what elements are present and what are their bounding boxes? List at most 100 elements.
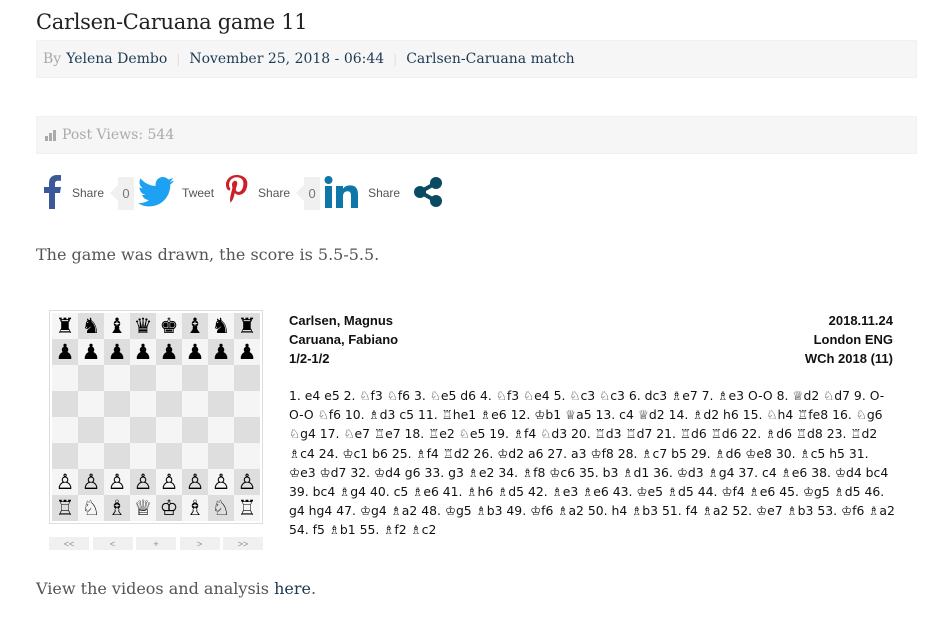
square-f1[interactable]: ♗ bbox=[182, 495, 208, 521]
white-bishop-icon[interactable]: ♗ bbox=[108, 497, 127, 519]
square-h4[interactable] bbox=[234, 417, 260, 443]
white-rook-icon[interactable]: ♖ bbox=[56, 497, 75, 519]
square-h2[interactable]: ♙ bbox=[234, 469, 260, 495]
square-e5[interactable] bbox=[156, 391, 182, 417]
square-c5[interactable] bbox=[104, 391, 130, 417]
square-g7[interactable]: ♟ bbox=[208, 339, 234, 365]
square-h6[interactable] bbox=[234, 365, 260, 391]
next-move-button[interactable]: > bbox=[179, 537, 220, 550]
black-king-icon[interactable]: ♚ bbox=[160, 315, 179, 337]
more-share-button[interactable] bbox=[412, 176, 444, 211]
black-pawn-icon[interactable]: ♟ bbox=[56, 341, 75, 363]
square-g1[interactable]: ♘ bbox=[208, 495, 234, 521]
square-a3[interactable] bbox=[52, 443, 78, 469]
black-pawn-icon[interactable]: ♟ bbox=[160, 341, 179, 363]
square-g2[interactable]: ♙ bbox=[208, 469, 234, 495]
white-pawn-icon[interactable]: ♙ bbox=[238, 471, 257, 493]
white-pawn-icon[interactable]: ♙ bbox=[186, 471, 205, 493]
white-bishop-icon[interactable]: ♗ bbox=[186, 497, 205, 519]
square-b7[interactable]: ♟ bbox=[78, 339, 104, 365]
square-c7[interactable]: ♟ bbox=[104, 339, 130, 365]
black-knight-icon[interactable]: ♞ bbox=[82, 315, 101, 337]
square-a2[interactable]: ♙ bbox=[52, 469, 78, 495]
white-pawn-icon[interactable]: ♙ bbox=[56, 471, 75, 493]
square-c4[interactable] bbox=[104, 417, 130, 443]
square-h1[interactable]: ♖ bbox=[234, 495, 260, 521]
analysis-link[interactable]: here bbox=[274, 579, 311, 598]
white-rook-icon[interactable]: ♖ bbox=[238, 497, 257, 519]
square-c6[interactable] bbox=[104, 365, 130, 391]
pinterest-share-button[interactable]: Share bbox=[224, 174, 294, 212]
square-a4[interactable] bbox=[52, 417, 78, 443]
white-pawn-icon[interactable]: ♙ bbox=[212, 471, 231, 493]
square-g8[interactable]: ♞ bbox=[208, 313, 234, 339]
square-f5[interactable] bbox=[182, 391, 208, 417]
square-f7[interactable]: ♟ bbox=[182, 339, 208, 365]
square-d8[interactable]: ♛ bbox=[130, 313, 156, 339]
black-pawn-icon[interactable]: ♟ bbox=[186, 341, 205, 363]
square-a5[interactable] bbox=[52, 391, 78, 417]
author-link[interactable]: Yelena Dembo bbox=[66, 51, 167, 67]
square-f6[interactable] bbox=[182, 365, 208, 391]
black-pawn-icon[interactable]: ♟ bbox=[134, 341, 153, 363]
square-h7[interactable]: ♟ bbox=[234, 339, 260, 365]
black-bishop-icon[interactable]: ♝ bbox=[108, 315, 127, 337]
black-rook-icon[interactable]: ♜ bbox=[56, 315, 75, 337]
square-c2[interactable]: ♙ bbox=[104, 469, 130, 495]
previous-move-button[interactable]: < bbox=[92, 537, 133, 550]
twitter-share-button[interactable]: Tweet bbox=[138, 176, 218, 210]
black-knight-icon[interactable]: ♞ bbox=[212, 315, 231, 337]
white-knight-icon[interactable]: ♘ bbox=[212, 497, 231, 519]
square-g4[interactable] bbox=[208, 417, 234, 443]
white-queen-icon[interactable]: ♕ bbox=[134, 497, 153, 519]
square-b8[interactable]: ♞ bbox=[78, 313, 104, 339]
facebook-share-button[interactable]: Share bbox=[38, 174, 108, 212]
black-pawn-icon[interactable]: ♟ bbox=[108, 341, 127, 363]
square-a1[interactable]: ♖ bbox=[52, 495, 78, 521]
square-h3[interactable] bbox=[234, 443, 260, 469]
square-a7[interactable]: ♟ bbox=[52, 339, 78, 365]
square-c3[interactable] bbox=[104, 443, 130, 469]
category-link[interactable]: Carlsen-Caruana match bbox=[406, 51, 574, 67]
black-rook-icon[interactable]: ♜ bbox=[238, 315, 257, 337]
square-f2[interactable]: ♙ bbox=[182, 469, 208, 495]
square-e1[interactable]: ♔ bbox=[156, 495, 182, 521]
square-f8[interactable]: ♝ bbox=[182, 313, 208, 339]
white-king-icon[interactable]: ♔ bbox=[160, 497, 179, 519]
white-pawn-icon[interactable]: ♙ bbox=[160, 471, 179, 493]
white-pawn-icon[interactable]: ♙ bbox=[134, 471, 153, 493]
black-pawn-icon[interactable]: ♟ bbox=[212, 341, 231, 363]
square-h8[interactable]: ♜ bbox=[234, 313, 260, 339]
square-g5[interactable] bbox=[208, 391, 234, 417]
square-c8[interactable]: ♝ bbox=[104, 313, 130, 339]
square-d2[interactable]: ♙ bbox=[130, 469, 156, 495]
white-pawn-icon[interactable]: ♙ bbox=[82, 471, 101, 493]
square-e3[interactable] bbox=[156, 443, 182, 469]
black-queen-icon[interactable]: ♛ bbox=[134, 315, 153, 337]
square-b2[interactable]: ♙ bbox=[78, 469, 104, 495]
square-e2[interactable]: ♙ bbox=[156, 469, 182, 495]
square-b6[interactable] bbox=[78, 365, 104, 391]
black-bishop-icon[interactable]: ♝ bbox=[186, 315, 205, 337]
flip-board-button[interactable]: + bbox=[136, 537, 176, 550]
square-d7[interactable]: ♟ bbox=[130, 339, 156, 365]
square-d3[interactable] bbox=[130, 443, 156, 469]
square-d6[interactable] bbox=[130, 365, 156, 391]
first-move-button[interactable]: << bbox=[49, 537, 89, 550]
chess-board[interactable]: ♜ ♞ ♝ ♛ ♚ ♝ ♞ ♜ ♟ ♟ ♟ ♟ ♟ ♟ ♟ ♟ ♙ ♙ ♙ ♙ ♙ ♙ ♙ ♙ ♖ ♘ ♗ ♕ ♔ ♗ ♘ ♖ bbox=[49, 310, 263, 524]
square-a6[interactable] bbox=[52, 365, 78, 391]
square-e6[interactable] bbox=[156, 365, 182, 391]
square-f3[interactable] bbox=[182, 443, 208, 469]
square-g6[interactable] bbox=[208, 365, 234, 391]
linkedin-share-button[interactable]: Share bbox=[324, 175, 404, 211]
square-d1[interactable]: ♕ bbox=[130, 495, 156, 521]
square-d5[interactable] bbox=[130, 391, 156, 417]
square-b3[interactable] bbox=[78, 443, 104, 469]
move-list[interactable]: 1. e4 e5 2. ♘f3 ♘f6 3. ♘e5 d6 4. ♘f3 ♘e4… bbox=[289, 386, 895, 540]
square-b4[interactable] bbox=[78, 417, 104, 443]
white-knight-icon[interactable]: ♘ bbox=[82, 497, 101, 519]
square-f4[interactable] bbox=[182, 417, 208, 443]
square-a8[interactable]: ♜ bbox=[52, 313, 78, 339]
square-e8[interactable]: ♚ bbox=[156, 313, 182, 339]
square-b5[interactable] bbox=[78, 391, 104, 417]
